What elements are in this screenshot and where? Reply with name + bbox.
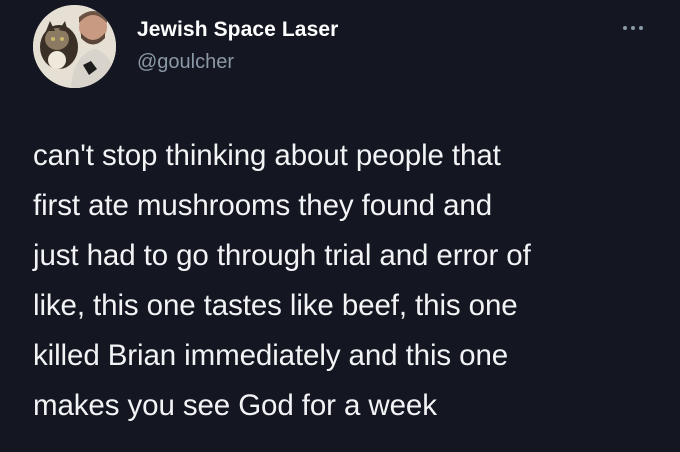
tweet-text-line: can't stop thinking about people that: [33, 139, 501, 172]
tweet-text-line: like, this one tastes like beef, this on…: [33, 289, 518, 322]
user-handle[interactable]: @goulcher: [137, 51, 234, 74]
tweet-text-line: first ate mushrooms they found and: [33, 189, 493, 222]
tweet-text-line: makes you see God for a week: [33, 389, 437, 422]
tweet-text: can't stop thinking about people that fi…: [33, 131, 663, 431]
tweet-text-line: just had to go through trial and error o…: [33, 239, 531, 272]
tweet-card: Jewish Space Laser @goulcher can't stop …: [0, 0, 680, 452]
avatar-photo: [33, 5, 116, 88]
tweet-text-line: killed Brian immediately and this one: [33, 339, 509, 372]
profile-avatar[interactable]: [33, 5, 116, 88]
more-options-icon: [623, 26, 643, 30]
display-name[interactable]: Jewish Space Laser: [137, 18, 338, 42]
more-options-button[interactable]: [618, 20, 648, 36]
